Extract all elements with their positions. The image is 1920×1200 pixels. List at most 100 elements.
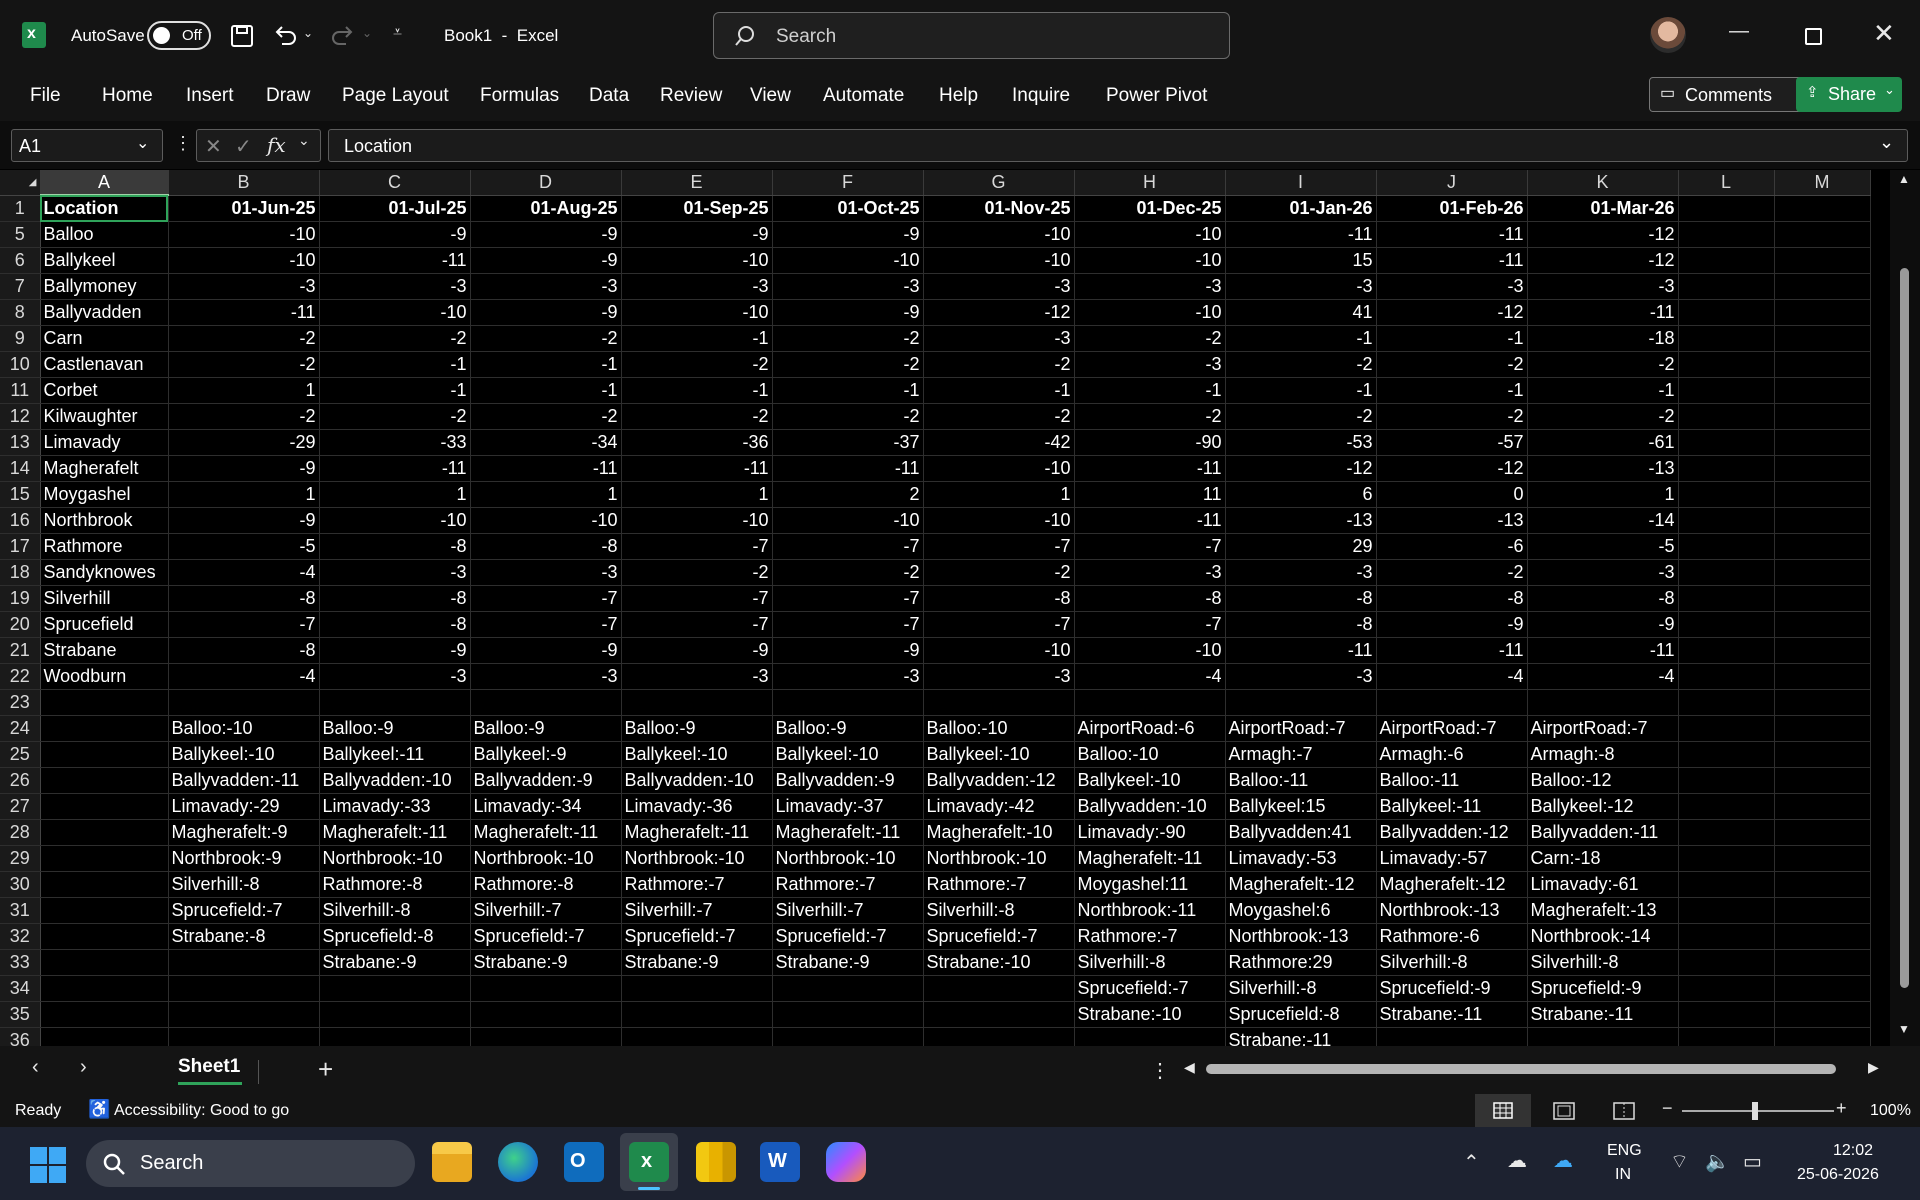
formula-input[interactable]: Location ⌄ [328, 129, 1908, 162]
cell[interactable]: -2 [168, 403, 320, 430]
cell[interactable]: -11 [621, 455, 773, 482]
cell[interactable]: -3 [470, 559, 622, 586]
cell[interactable] [319, 1027, 471, 1046]
cell[interactable] [319, 689, 471, 716]
cell[interactable]: -1 [621, 377, 773, 404]
normal-view-icon[interactable] [1475, 1094, 1531, 1127]
row-header[interactable]: 25 [0, 741, 41, 768]
cell[interactable]: -3 [1225, 663, 1377, 690]
cell[interactable]: -2 [1074, 403, 1226, 430]
cell[interactable] [1774, 819, 1871, 846]
cell[interactable]: Ballymoney [40, 273, 169, 300]
cell[interactable]: -8 [1225, 611, 1377, 638]
cell[interactable]: -7 [772, 611, 924, 638]
cell[interactable]: -61 [1527, 429, 1679, 456]
cell[interactable] [1774, 377, 1871, 404]
restore-icon[interactable] [1805, 28, 1822, 45]
cell[interactable] [319, 1001, 471, 1028]
language-line2[interactable]: IN [1615, 1166, 1631, 1184]
minimize-icon[interactable]: — [1729, 20, 1749, 43]
cell[interactable]: -3 [1225, 559, 1377, 586]
row-header[interactable]: 36 [0, 1027, 41, 1046]
cell[interactable]: Limavady:-29 [168, 793, 320, 820]
cell[interactable]: -10 [923, 507, 1075, 534]
cell[interactable]: -6 [1376, 533, 1528, 560]
cell[interactable]: -18 [1527, 325, 1679, 352]
cell[interactable]: -7 [1074, 611, 1226, 638]
column-header[interactable]: B [168, 170, 320, 196]
cell[interactable] [40, 689, 169, 716]
excel-taskbar-icon[interactable]: x [629, 1142, 669, 1182]
row-header[interactable]: 9 [0, 325, 41, 352]
worksheet-grid[interactable]: ◢ A B C D E F G H I J K L M 1 Location 01-Jun-25 01-Jul-… [0, 170, 1890, 1046]
row-header[interactable]: 13 [0, 429, 41, 456]
cell[interactable]: Northbrook:-10 [621, 845, 773, 872]
cell[interactable] [1678, 611, 1775, 638]
cell[interactable]: 2 [772, 481, 924, 508]
cell[interactable]: 01-Aug-25 [470, 195, 622, 222]
cell[interactable] [40, 923, 169, 950]
cell[interactable]: -10 [923, 637, 1075, 664]
cell[interactable]: -3 [923, 273, 1075, 300]
cell[interactable]: Magherafelt:-13 [1527, 897, 1679, 924]
cell[interactable] [470, 689, 622, 716]
cell[interactable] [1774, 715, 1871, 742]
column-header[interactable]: K [1527, 170, 1679, 196]
cell[interactable]: Silverhill:-8 [923, 897, 1075, 924]
cell[interactable]: -8 [319, 585, 471, 612]
cell[interactable]: Limavady:-42 [923, 793, 1075, 820]
cell[interactable]: -8 [168, 637, 320, 664]
cell[interactable] [1774, 767, 1871, 794]
cell[interactable]: Rathmore:29 [1225, 949, 1377, 976]
cell[interactable] [1774, 325, 1871, 352]
cell[interactable] [1678, 325, 1775, 352]
cell[interactable] [1774, 845, 1871, 872]
cell[interactable]: Northbrook:-13 [1225, 923, 1377, 950]
row-header[interactable]: 15 [0, 481, 41, 508]
cell[interactable] [923, 1027, 1075, 1046]
cell[interactable]: Northbrook:-13 [1376, 897, 1528, 924]
tab-view[interactable]: View [750, 85, 791, 107]
cell[interactable] [1774, 949, 1871, 976]
cell[interactable] [40, 949, 169, 976]
cell[interactable] [470, 1027, 622, 1046]
cell[interactable]: Sprucefield:-7 [470, 923, 622, 950]
cell[interactable] [1774, 871, 1871, 898]
cell[interactable]: -9 [470, 221, 622, 248]
row-header[interactable]: 17 [0, 533, 41, 560]
cell[interactable] [1678, 559, 1775, 586]
cell[interactable]: Sprucefield:-9 [1527, 975, 1679, 1002]
cell[interactable]: -3 [1074, 559, 1226, 586]
cell[interactable]: -9 [621, 221, 773, 248]
cell[interactable]: -10 [1074, 637, 1226, 664]
cell[interactable]: -9 [470, 637, 622, 664]
cell[interactable]: 15 [1225, 247, 1377, 274]
cell[interactable]: Castlenavan [40, 351, 169, 378]
row-header[interactable]: 1 [0, 195, 41, 222]
column-header[interactable]: L [1678, 170, 1775, 196]
cell[interactable]: Magherafelt:-10 [923, 819, 1075, 846]
cell[interactable]: Silverhill [40, 585, 169, 612]
cell[interactable]: Limavady:-37 [772, 793, 924, 820]
cell[interactable]: -10 [772, 507, 924, 534]
cell[interactable] [470, 1001, 622, 1028]
cell[interactable]: Strabane:-10 [923, 949, 1075, 976]
cell[interactable]: Rathmore:-7 [621, 871, 773, 898]
tab-formulas[interactable]: Formulas [480, 85, 559, 107]
cell[interactable]: -2 [1074, 325, 1226, 352]
cell[interactable] [1774, 585, 1871, 612]
cell[interactable] [923, 975, 1075, 1002]
tab-home[interactable]: Home [102, 85, 153, 107]
cell[interactable]: 01-Mar-26 [1527, 195, 1679, 222]
cell[interactable]: -8 [470, 533, 622, 560]
cell[interactable]: -7 [621, 533, 773, 560]
cell[interactable] [1774, 507, 1871, 534]
cell[interactable]: Strabane [40, 637, 169, 664]
cell[interactable]: -3 [319, 663, 471, 690]
undo-dropdown-icon[interactable]: ⌄ [303, 26, 313, 40]
cell[interactable]: -11 [1376, 637, 1528, 664]
row-header[interactable]: 24 [0, 715, 41, 742]
cell[interactable]: -3 [621, 663, 773, 690]
cell[interactable]: Sandyknowes [40, 559, 169, 586]
expand-formula-icon[interactable]: ⌄ [1879, 132, 1894, 153]
